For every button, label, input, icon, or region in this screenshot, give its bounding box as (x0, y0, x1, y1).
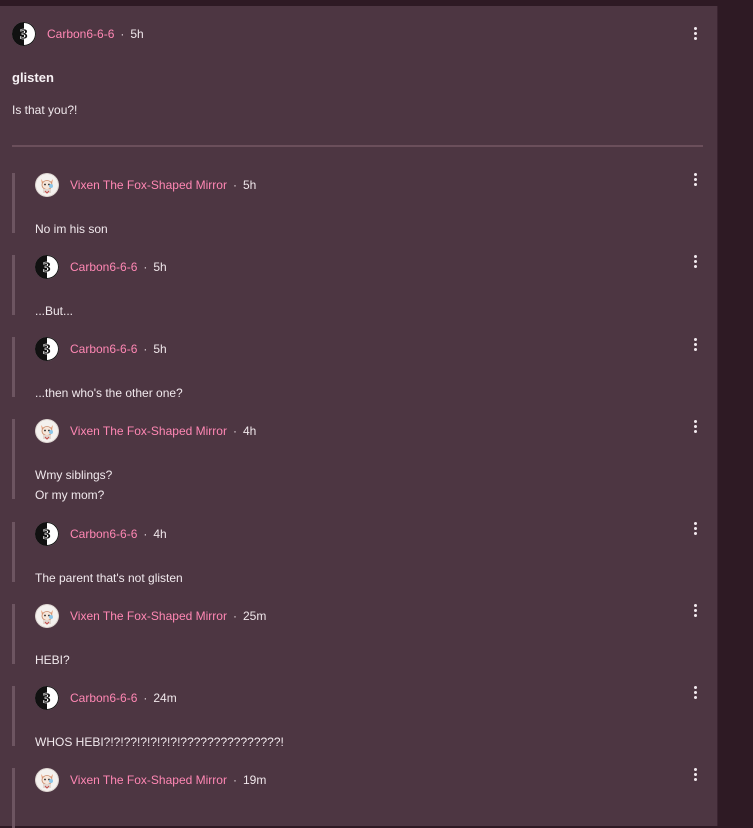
comment-thread-rail[interactable] (12, 686, 15, 746)
separator-dot: · (143, 342, 148, 356)
comment-thread-rail[interactable] (12, 173, 15, 233)
comment-thread-rail[interactable] (12, 337, 15, 397)
comment-body: No im his son (35, 219, 108, 239)
comment-line: ...But... (35, 304, 74, 318)
comment-author-link[interactable]: Vixen The Fox-Shaped Mirror (70, 424, 227, 438)
more-vertical-icon[interactable] (689, 24, 701, 42)
comment: Vixen The Fox-Shaped Mirror · 25m HEBI? (12, 604, 712, 667)
avatar[interactable]: 3 (35, 255, 59, 279)
comment-timestamp: 5h (153, 342, 167, 356)
comment-line: No im his son (35, 222, 108, 236)
comment-body: ...But... (35, 301, 73, 321)
comment-body: WHOS HEBI?!?!??!?!?!?!?!???????????????! (35, 732, 284, 752)
separator-dot: · (120, 27, 125, 41)
comment-timestamp: 4h (153, 527, 167, 541)
separator-dot: · (143, 691, 148, 705)
comment-header: 3 Carbon6-6-6 · 5h (35, 255, 167, 279)
comment-body: ...then who's the other one? (35, 383, 183, 403)
post-timestamp: 5h (130, 27, 144, 41)
comment-author-link[interactable]: Vixen The Fox-Shaped Mirror (70, 178, 227, 192)
svg-text:3: 3 (42, 692, 51, 707)
separator-dot: · (232, 178, 237, 192)
avatar[interactable] (35, 173, 59, 197)
comment-thread-rail[interactable] (12, 419, 15, 499)
comment-author-link[interactable]: Carbon6-6-6 (70, 691, 137, 705)
avatar[interactable] (35, 768, 59, 792)
comment-header: 3 Carbon6-6-6 · 24m (35, 686, 177, 710)
comment-line: Or my mom? (35, 488, 105, 502)
comment-line: ...then who's the other one? (35, 386, 183, 400)
more-vertical-icon[interactable] (689, 683, 701, 701)
comment-author-link[interactable]: Vixen The Fox-Shaped Mirror (70, 609, 227, 623)
more-vertical-icon[interactable] (689, 601, 701, 619)
separator-dot: · (143, 260, 148, 274)
svg-text:3: 3 (19, 28, 28, 43)
separator-dot: · (232, 609, 237, 623)
more-vertical-icon[interactable] (689, 252, 701, 270)
avatar[interactable] (35, 604, 59, 628)
more-vertical-icon[interactable] (689, 417, 701, 435)
comment-timestamp: 4h (242, 424, 257, 438)
post-body: Is that you?! (12, 103, 78, 117)
comment-author-link[interactable]: Carbon6-6-6 (70, 342, 137, 356)
comment: Vixen The Fox-Shaped Mirror · 5h No im his … (12, 173, 712, 236)
comment-header: Vixen The Fox-Shaped Mirror · 5h (35, 173, 256, 197)
divider (12, 145, 703, 147)
comment: 3 Carbon6-6-6 · 24m WHOS HEBI?!?!??!?!?!?!?… (12, 686, 712, 749)
comment-timestamp: 5h (153, 260, 167, 274)
comment-timestamp: 5h (242, 178, 257, 192)
separator-dot: · (232, 773, 237, 787)
comment-timestamp: 19m (242, 773, 267, 787)
avatar[interactable]: 3 (35, 337, 59, 361)
comment: 3 Carbon6-6-6 · 5h ...then who's the other … (12, 337, 712, 400)
comment-timestamp: 25m (242, 609, 267, 623)
post-card: 3 Carbon6-6-6 · 5h glisten Is that you?!… (0, 6, 718, 828)
post-title: glisten (12, 70, 54, 85)
separator-dot: · (143, 527, 148, 541)
comment-header: 3 Carbon6-6-6 · 4h (35, 522, 167, 546)
comment: Vixen The Fox-Shaped Mirror · 19m (12, 768, 712, 828)
comment-thread-rail[interactable] (12, 768, 15, 828)
post-author-link[interactable]: Carbon6-6-6 (47, 27, 114, 41)
more-vertical-icon[interactable] (689, 765, 701, 783)
svg-text:3: 3 (42, 343, 51, 358)
comment: 3 Carbon6-6-6 · 5h ...But... (12, 255, 712, 318)
comment-header: Vixen The Fox-Shaped Mirror · 25m (35, 604, 266, 628)
comment-thread-rail[interactable] (12, 604, 15, 664)
comment-thread-rail[interactable] (12, 522, 15, 582)
comment-timestamp: 24m (153, 691, 177, 705)
comment-header: Vixen The Fox-Shaped Mirror · 4h (35, 419, 256, 443)
comment-author-link[interactable]: Vixen The Fox-Shaped Mirror (70, 773, 227, 787)
post-header: 3 Carbon6-6-6 · 5h (12, 22, 144, 46)
more-vertical-icon[interactable] (689, 170, 701, 188)
comment-author-link[interactable]: Carbon6-6-6 (70, 260, 137, 274)
comment-header: 3 Carbon6-6-6 · 5h (35, 337, 167, 361)
svg-text:3: 3 (42, 528, 51, 543)
comment-line: The parent that's not glisten (35, 571, 183, 585)
comment-line: WHOS HEBI?!?!??!?!?!?!?!???????????????! (35, 735, 284, 749)
comment: 3 Carbon6-6-6 · 4h The parent that's not gl… (12, 522, 712, 585)
separator-dot: · (232, 424, 237, 438)
avatar[interactable] (35, 419, 59, 443)
avatar[interactable]: 3 (12, 22, 36, 46)
comment-body: HEBI? (35, 650, 70, 670)
comment-thread-rail[interactable] (12, 255, 15, 315)
avatar[interactable]: 3 (35, 686, 59, 710)
avatar[interactable]: 3 (35, 522, 59, 546)
comment-header: Vixen The Fox-Shaped Mirror · 19m (35, 768, 266, 792)
more-vertical-icon[interactable] (689, 335, 701, 353)
comment-body: Wmy siblings? Or my mom? (35, 465, 112, 505)
more-vertical-icon[interactable] (689, 519, 701, 537)
svg-text:3: 3 (42, 261, 51, 276)
comment-line: HEBI? (35, 653, 70, 667)
comment-author-link[interactable]: Carbon6-6-6 (70, 527, 137, 541)
black-white-split-avatar-icon: 3 (12, 22, 36, 46)
comment: Vixen The Fox-Shaped Mirror · 4h Wmy siblin… (12, 419, 712, 502)
comment-line: Wmy siblings? (35, 468, 113, 482)
comment-body: The parent that's not glisten (35, 568, 183, 588)
